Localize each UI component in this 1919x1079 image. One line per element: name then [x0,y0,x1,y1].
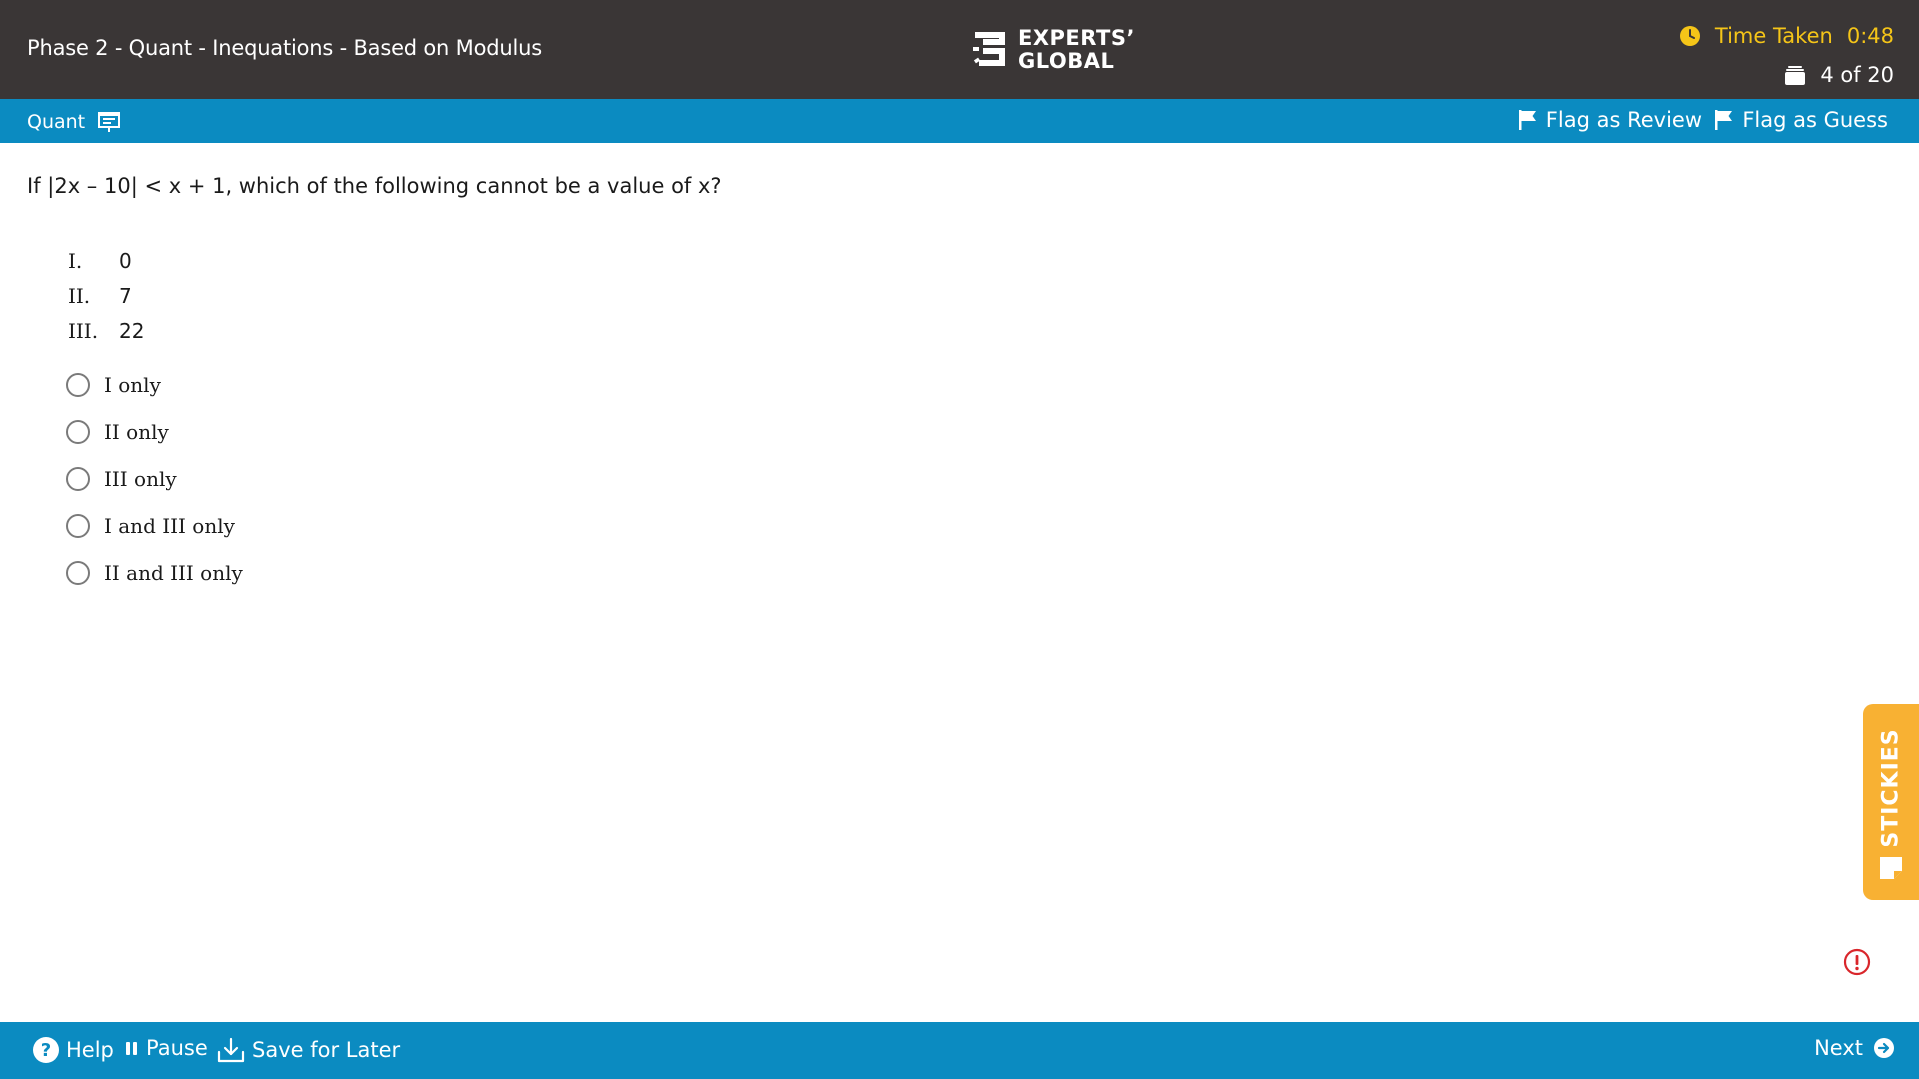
radio-button[interactable] [66,419,90,444]
logo-line1: EXPERTS’ [1018,26,1135,50]
save-for-later-label: Save for Later [252,1038,401,1062]
statement-number: II. [68,283,91,308]
next-label: Next [1814,1036,1863,1060]
save-for-later-button[interactable]: Save for Later [216,1036,400,1064]
radio-button[interactable] [66,560,90,585]
answer-option-c[interactable]: III only [66,455,243,502]
statement-value: 0 [119,248,132,273]
logo-line2: GLOBAL [1018,49,1115,73]
flag-icon [1715,110,1733,130]
pause-icon [126,1042,137,1055]
timer-label: Time Taken [1714,24,1833,48]
progress-text: 4 of 20 [1820,63,1894,87]
stickies-label: STICKIES [1878,728,1904,848]
experts-global-logo: EXPERTS’ GLOBAL [972,27,1135,73]
answer-option-a[interactable]: I only [66,361,243,408]
flag-icon [1518,110,1536,130]
logo-mark-icon [973,32,1005,66]
statement-item: II. 7 [68,278,144,313]
option-label: I and III only [104,513,235,538]
statement-number: III. [68,318,99,343]
logo-wordmark: EXPERTS’ GLOBAL [1018,27,1135,73]
answer-option-b[interactable]: II only [66,408,243,455]
answer-options: I only II only III only I and III only I… [66,361,243,596]
presentation-board-icon[interactable] [97,110,121,134]
section-name: Quant [27,111,86,133]
answer-option-e[interactable]: II and III only [66,549,243,596]
report-issue-icon[interactable] [1843,948,1871,976]
question-stem: If |2x – 10| < x + 1, which of the follo… [27,174,722,198]
statement-item: I. 0 [68,243,144,278]
statement-value: 22 [119,318,145,343]
pause-button[interactable]: Pause [124,1036,208,1060]
answer-option-d[interactable]: I and III only [66,502,243,549]
option-label: III only [104,466,177,491]
radio-button[interactable] [66,372,90,397]
download-icon [217,1037,245,1063]
help-label: Help [66,1038,114,1062]
help-icon: ? [33,1037,59,1063]
flag-as-guess-button[interactable]: Flag as Guess [1714,108,1888,132]
next-button[interactable]: Next [1814,1036,1895,1060]
radio-button[interactable] [66,466,90,491]
statement-item: III. 22 [68,313,144,348]
statement-list: I. 0 II. 7 III. 22 [68,243,144,348]
radio-button[interactable] [66,513,90,538]
flag-review-label: Flag as Review [1545,108,1702,132]
option-label: I only [104,372,161,397]
flag-guess-label: Flag as Guess [1742,108,1888,132]
statement-number: I. [68,248,83,273]
sticky-note-icon [1880,857,1902,879]
svg-text:?: ? [41,1040,51,1061]
clock-icon [1679,26,1700,46]
section-bar: Quant Flag as Review Flag as Guess [0,99,1919,143]
pause-label: Pause [146,1036,208,1060]
top-header: Phase 2 - Quant - Inequations - Based on… [0,0,1919,99]
timer-value: 0:48 [1846,24,1894,48]
statement-value: 7 [119,283,132,308]
arrow-right-circle-icon [1874,1038,1894,1058]
question-progress: 4 of 20 [1784,63,1894,87]
flag-as-review-button[interactable]: Flag as Review [1518,108,1702,132]
section-indicator: Quant [27,110,121,134]
timer: Time Taken 0:48 [1679,24,1894,48]
test-title: Phase 2 - Quant - Inequations - Based on… [27,36,542,60]
help-button[interactable]: ? Help [32,1036,114,1064]
option-label: II and III only [104,560,243,585]
question-stack-icon [1785,66,1806,85]
option-label: II only [104,419,169,444]
bottom-toolbar: ? Help Pause Save for Later Next [0,1022,1919,1079]
stickies-tab[interactable]: STICKIES [1863,704,1919,900]
